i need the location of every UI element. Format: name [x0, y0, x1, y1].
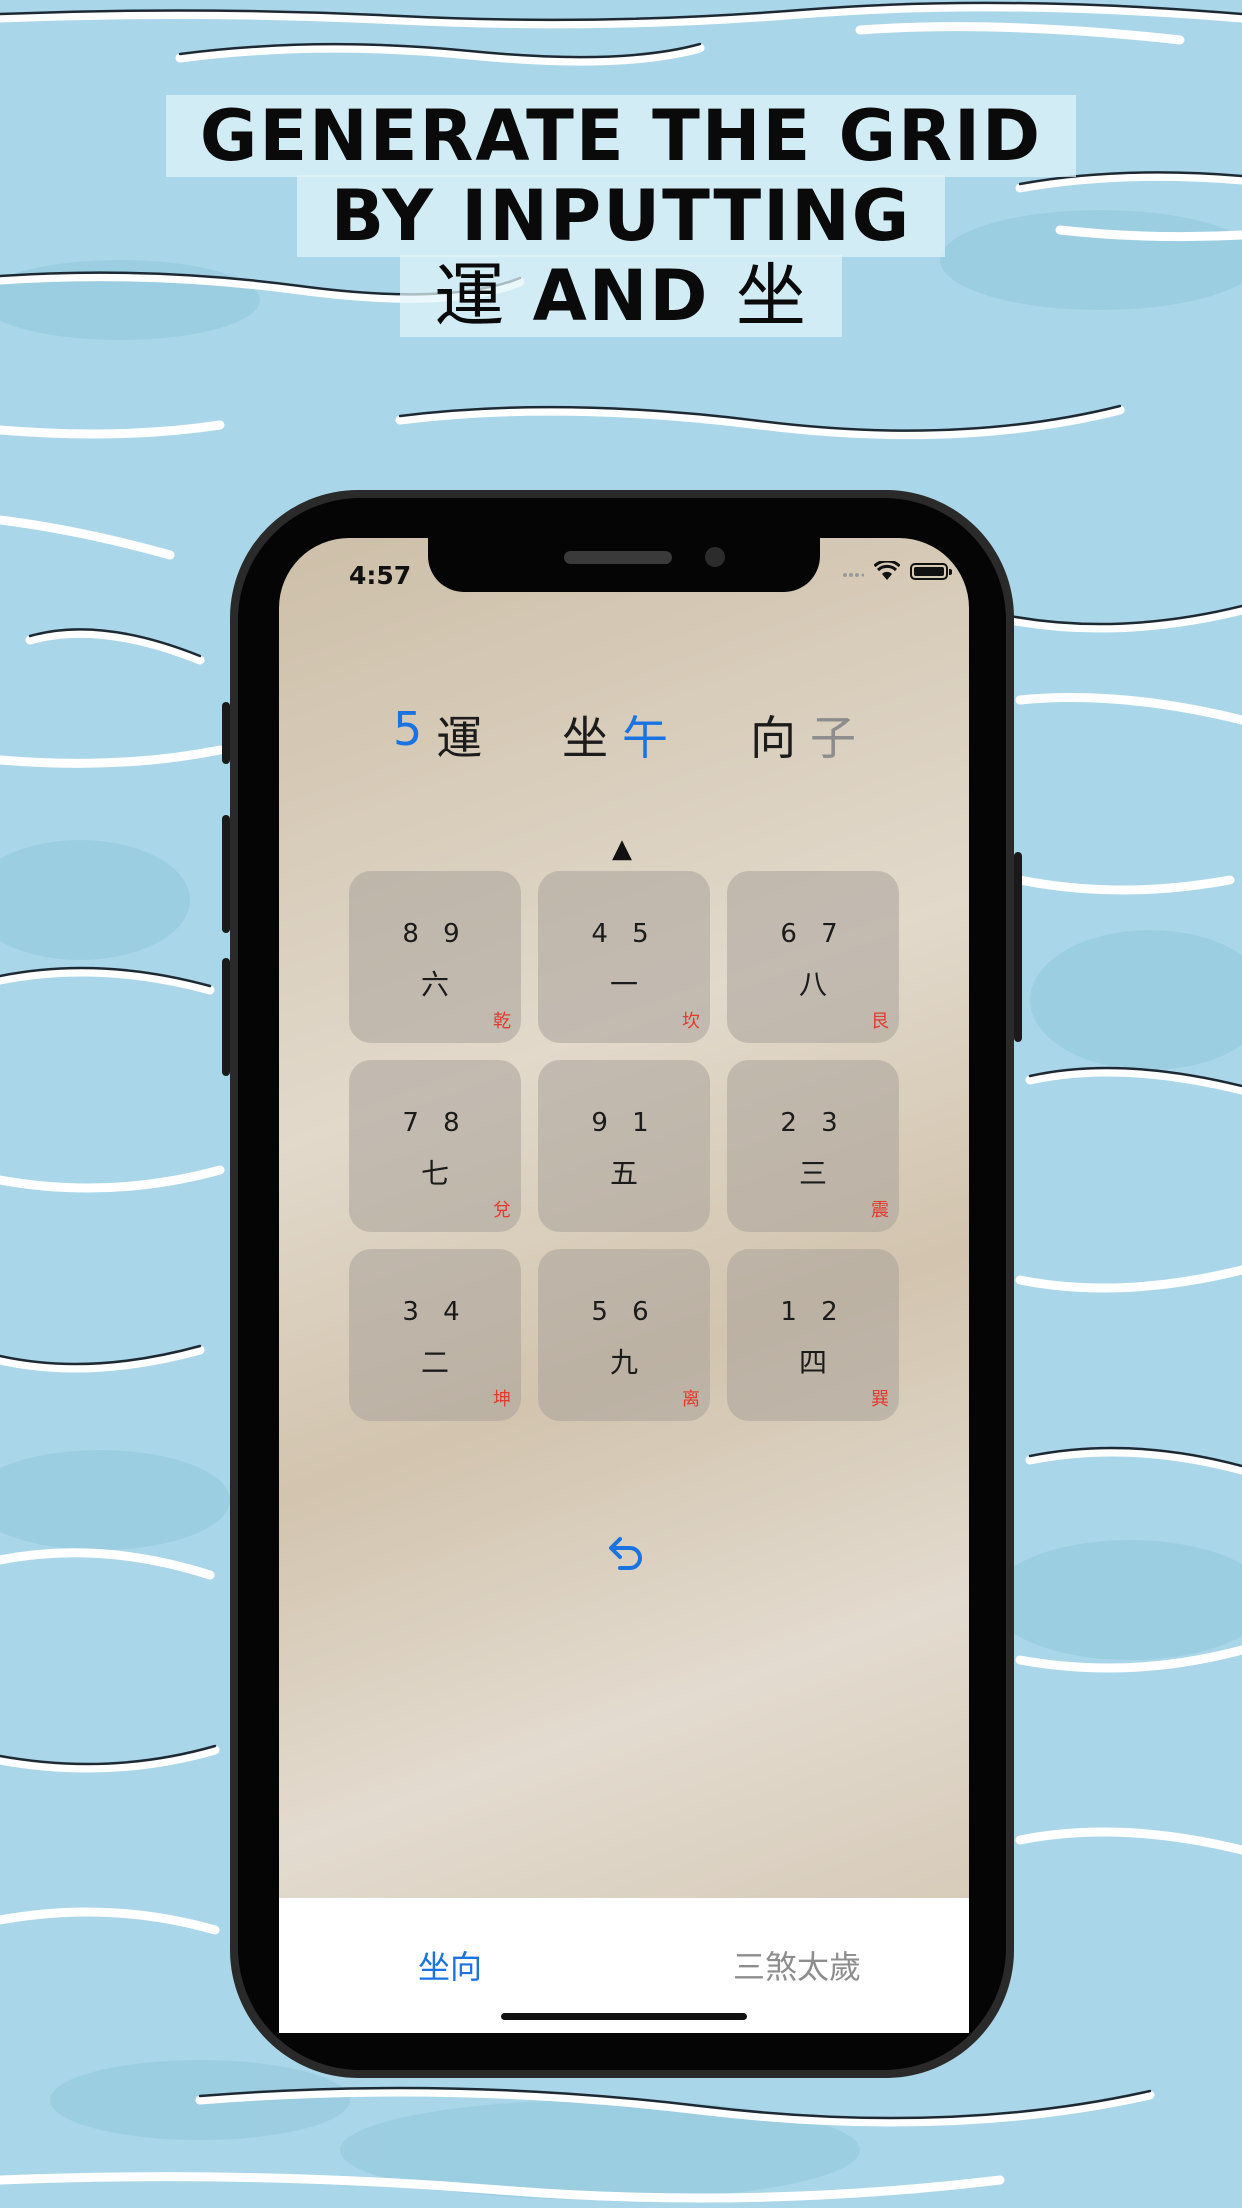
cell-stars: 6 7 — [780, 919, 846, 949]
cell-base-star: 二 — [420, 1346, 449, 1379]
headline: GENERATE THE GRID BY INPUTTING 運 AND 坐 — [0, 95, 1242, 337]
cell-base-star: 八 — [798, 968, 827, 1001]
grid-cell-qian[interactable]: 8 9 六 乾 — [349, 871, 521, 1043]
cell-stars: 5 6 — [591, 1297, 657, 1327]
cell-trigram: 巽 — [871, 1389, 889, 1410]
cell-base-star: 九 — [609, 1346, 638, 1379]
cell-stars: 8 9 — [402, 919, 468, 949]
cell-base-star: 四 — [798, 1346, 827, 1379]
mute-switch — [222, 702, 230, 764]
volume-down-button — [222, 958, 230, 1076]
tab-sitting-facing[interactable]: 坐向 — [418, 1942, 482, 1988]
direction-pointer-icon: ▲ — [612, 834, 632, 864]
sitting-value: 午 — [622, 711, 668, 765]
cell-trigram: 坎 — [682, 1011, 700, 1032]
grid-cell-gen[interactable]: 6 7 八 艮 — [727, 871, 899, 1043]
notch — [428, 538, 820, 592]
cell-base-star: 五 — [609, 1157, 638, 1190]
cell-stars: 3 4 — [402, 1297, 468, 1327]
cell-base-star: 七 — [420, 1157, 449, 1190]
cell-trigram: 艮 — [871, 1011, 889, 1032]
cell-base-star: 六 — [420, 968, 449, 1001]
cell-stars: 2 3 — [780, 1108, 846, 1138]
status-icons — [842, 561, 952, 581]
cell-base-star: 三 — [798, 1157, 827, 1190]
headline-zuo-char: 坐 — [735, 255, 808, 337]
signal-icon — [843, 573, 864, 577]
cell-base-star: 一 — [609, 968, 638, 1001]
cell-trigram: 坤 — [493, 1389, 511, 1410]
cell-stars: 1 2 — [780, 1297, 846, 1327]
headline-line-1: GENERATE THE GRID — [165, 95, 1077, 177]
headline-yun-char: 運 — [434, 255, 507, 337]
front-camera — [705, 547, 725, 567]
cell-stars: 4 5 — [591, 919, 657, 949]
headline-line-3: 運 AND 坐 — [400, 255, 842, 337]
period-label: 運 — [436, 711, 483, 765]
grid-cell-kan[interactable]: 4 5 一 坎 — [538, 871, 710, 1043]
status-time: 4:57 — [349, 561, 412, 590]
home-indicator[interactable] — [501, 2013, 747, 2020]
power-button — [1014, 852, 1022, 1042]
grid-cell-dui[interactable]: 7 8 七 兌 — [349, 1060, 521, 1232]
cell-stars: 9 1 — [591, 1108, 657, 1138]
volume-up-button — [222, 815, 230, 933]
facing-label: 向 — [750, 711, 796, 765]
undo-arrow-icon[interactable] — [600, 1528, 648, 1576]
cell-trigram: 兌 — [493, 1200, 511, 1221]
speaker-grille — [564, 551, 672, 564]
tab-three-killings-tai-sui[interactable]: 三煞太歲 — [733, 1942, 861, 1988]
grid-cell-zhen[interactable]: 2 3 三 震 — [727, 1060, 899, 1232]
wifi-icon — [874, 561, 900, 580]
cell-trigram: 震 — [871, 1200, 889, 1221]
grid-cell-xun[interactable]: 1 2 四 巽 — [727, 1249, 899, 1421]
headline-line-2: BY INPUTTING — [296, 175, 946, 257]
facing-value: 子 — [810, 711, 856, 765]
period-number: 5 — [393, 702, 423, 756]
grid-cell-li[interactable]: 5 6 九 离 — [538, 1249, 710, 1421]
grid-cell-center[interactable]: 9 1 五 — [538, 1060, 710, 1232]
headline-and: AND — [532, 255, 710, 337]
cell-trigram: 离 — [682, 1389, 700, 1410]
sitting-selector[interactable]: 坐 午 — [562, 702, 668, 768]
facing-selector: 向 子 — [750, 702, 856, 768]
cell-stars: 7 8 — [402, 1108, 468, 1138]
sitting-label: 坐 — [562, 711, 608, 765]
grid-cell-kun[interactable]: 3 4 二 坤 — [349, 1249, 521, 1421]
battery-icon — [910, 562, 952, 580]
cell-trigram: 乾 — [493, 1011, 511, 1032]
period-selector[interactable]: 5 運 — [393, 702, 482, 768]
